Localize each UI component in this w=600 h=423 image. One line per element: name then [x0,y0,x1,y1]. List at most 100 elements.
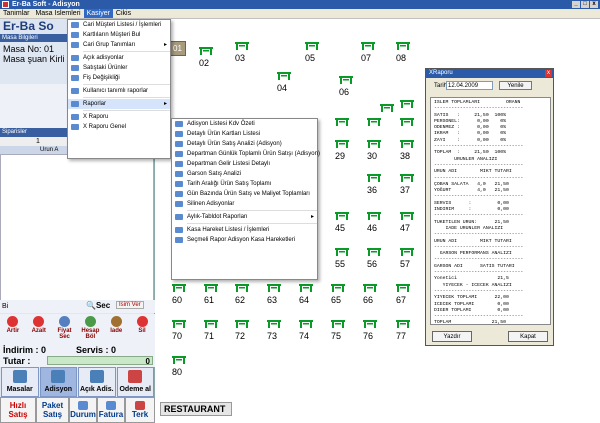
table-number[interactable]: 07 [361,53,371,63]
menu-item[interactable]: Cari Grup Tanımları ▸ [68,40,170,50]
table-number[interactable]: 03 [235,53,245,63]
table-icon[interactable] [335,212,349,221]
table-number[interactable]: 76 [363,331,373,341]
close-report-button[interactable]: Kapat [508,331,548,342]
table-icon[interactable] [400,118,414,127]
table-number[interactable]: 46 [367,223,377,233]
menu-masa-islemleri[interactable]: Masa Islemleri [32,9,83,18]
menu-item[interactable]: Gün Bazında Ürün Satış ve Maliyet Toplam… [172,189,317,199]
table-icon[interactable] [305,42,319,51]
table-icon[interactable] [396,320,410,329]
table-icon[interactable] [267,320,281,329]
table-number[interactable]: 75 [331,331,341,341]
table-icon[interactable] [277,72,291,81]
menu-item[interactable]: Adisyon Listesi Kdv Özeti [172,119,317,129]
menu-item[interactable]: Departman Gelir Listesi Detaylı [172,159,317,169]
table-number[interactable]: 38 [400,151,410,161]
table-number[interactable]: 30 [367,151,377,161]
table-number[interactable]: 70 [172,331,182,341]
menu-item[interactable]: Detaylı Ürün Kartları Listesi [172,129,317,139]
table-number[interactable]: 65 [331,295,341,305]
minimize-button[interactable]: _ [572,1,580,8]
table-icon[interactable] [400,212,414,221]
table-number[interactable]: 45 [335,223,345,233]
table-icon[interactable] [367,118,381,127]
table-number[interactable]: 80 [172,367,182,377]
table-icon[interactable] [400,100,414,109]
menu-item[interactable]: Detaylı Ürün Satış Analizi (Adisyon) [172,139,317,149]
menu-cikis[interactable]: Cikis [113,9,134,18]
table-icon[interactable] [367,248,381,257]
table-icon[interactable] [396,284,410,293]
invoice-button[interactable]: Fatura [97,397,125,423]
table-number[interactable]: 05 [305,53,315,63]
table-icon[interactable] [339,76,353,85]
menu-item[interactable]: Açık adisyonlar [68,53,170,63]
table-icon[interactable] [335,140,349,149]
table-icon[interactable] [299,320,313,329]
table-number[interactable]: 55 [335,259,345,269]
table-icon[interactable] [267,284,281,293]
action-button[interactable]: Artir [2,314,24,344]
table-icon[interactable] [199,47,213,56]
menu-item[interactable]: Tarih Aralığı Ürün Satış Toplamı [172,179,317,189]
table-number[interactable]: 02 [199,58,209,68]
table-icon[interactable] [400,140,414,149]
table-number[interactable]: 63 [267,295,277,305]
table-number[interactable]: 77 [396,331,406,341]
status-button[interactable]: Durum [69,397,97,423]
table-number[interactable]: 04 [277,83,287,93]
close-button[interactable]: x [590,1,598,8]
maximize-button[interactable]: □ [581,1,589,8]
menu-item[interactable]: Raporlar ▸ [68,99,170,109]
adisyon-button[interactable]: Adisyon [39,367,77,397]
refresh-button[interactable]: Yenile [499,81,532,90]
menu-item[interactable]: Silinen Adisyonlar [172,199,317,209]
report-body[interactable]: ISLEM TOPLAMLARI ORANN ------------------… [430,97,551,325]
table-number[interactable]: 67 [396,295,406,305]
table-number[interactable]: 62 [235,295,245,305]
date-select[interactable]: 12.04.2009 [446,81,493,90]
orders-list[interactable] [0,154,154,306]
table-icon[interactable] [235,42,249,51]
table-number[interactable]: 36 [367,185,377,195]
table-icon[interactable] [235,284,249,293]
area-tab-restaurant[interactable]: RESTAURANT [160,402,232,416]
table-icon[interactable] [331,320,345,329]
table-icon[interactable] [400,248,414,257]
table-icon[interactable] [367,140,381,149]
menu-item[interactable]: Aylık-Tabldot Raporları ▸ [172,212,317,222]
action-button[interactable]: Azalt [28,314,50,344]
table-icon[interactable] [363,284,377,293]
exit-button[interactable]: Terk [125,397,155,423]
menu-kasiyer[interactable]: Kasiyer [83,9,113,18]
table-number[interactable]: 72 [235,331,245,341]
open-adisyon-button[interactable]: Açık Adis. [78,367,116,397]
menu-item[interactable]: Departman Günlük Toplamlı Ürün Satışı (A… [172,149,320,159]
table-number[interactable]: 66 [363,295,373,305]
quick-sale-button[interactable]: Hızlı Satış [0,397,36,423]
table-icon[interactable] [367,174,381,183]
table-icon[interactable] [204,320,218,329]
menu-item[interactable]: Kasa Hareket Listesi / İşlemleri [172,225,317,235]
table-number[interactable]: 37 [400,185,410,195]
table-icon[interactable] [172,320,186,329]
table-icon[interactable] [400,174,414,183]
table-icon[interactable] [335,118,349,127]
close-icon[interactable]: x [545,70,552,77]
table-01[interactable]: 01 [170,41,186,56]
table-number[interactable]: 74 [299,331,309,341]
table-icon[interactable] [363,320,377,329]
table-icon[interactable] [204,284,218,293]
table-number[interactable]: 29 [335,151,345,161]
action-button[interactable]: Fiyat Sec [54,314,76,344]
search-button[interactable]: 🔍Sec [86,301,110,310]
menu-item[interactable]: X Raporu [68,112,170,122]
table-icon[interactable] [361,42,375,51]
table-number[interactable]: 73 [267,331,277,341]
print-button[interactable]: Yazdır [432,331,472,342]
tables-button[interactable]: Masalar [1,367,39,397]
table-number[interactable]: 08 [396,53,406,63]
order-tab[interactable]: 1 [0,137,77,146]
table-number[interactable]: 56 [367,259,377,269]
